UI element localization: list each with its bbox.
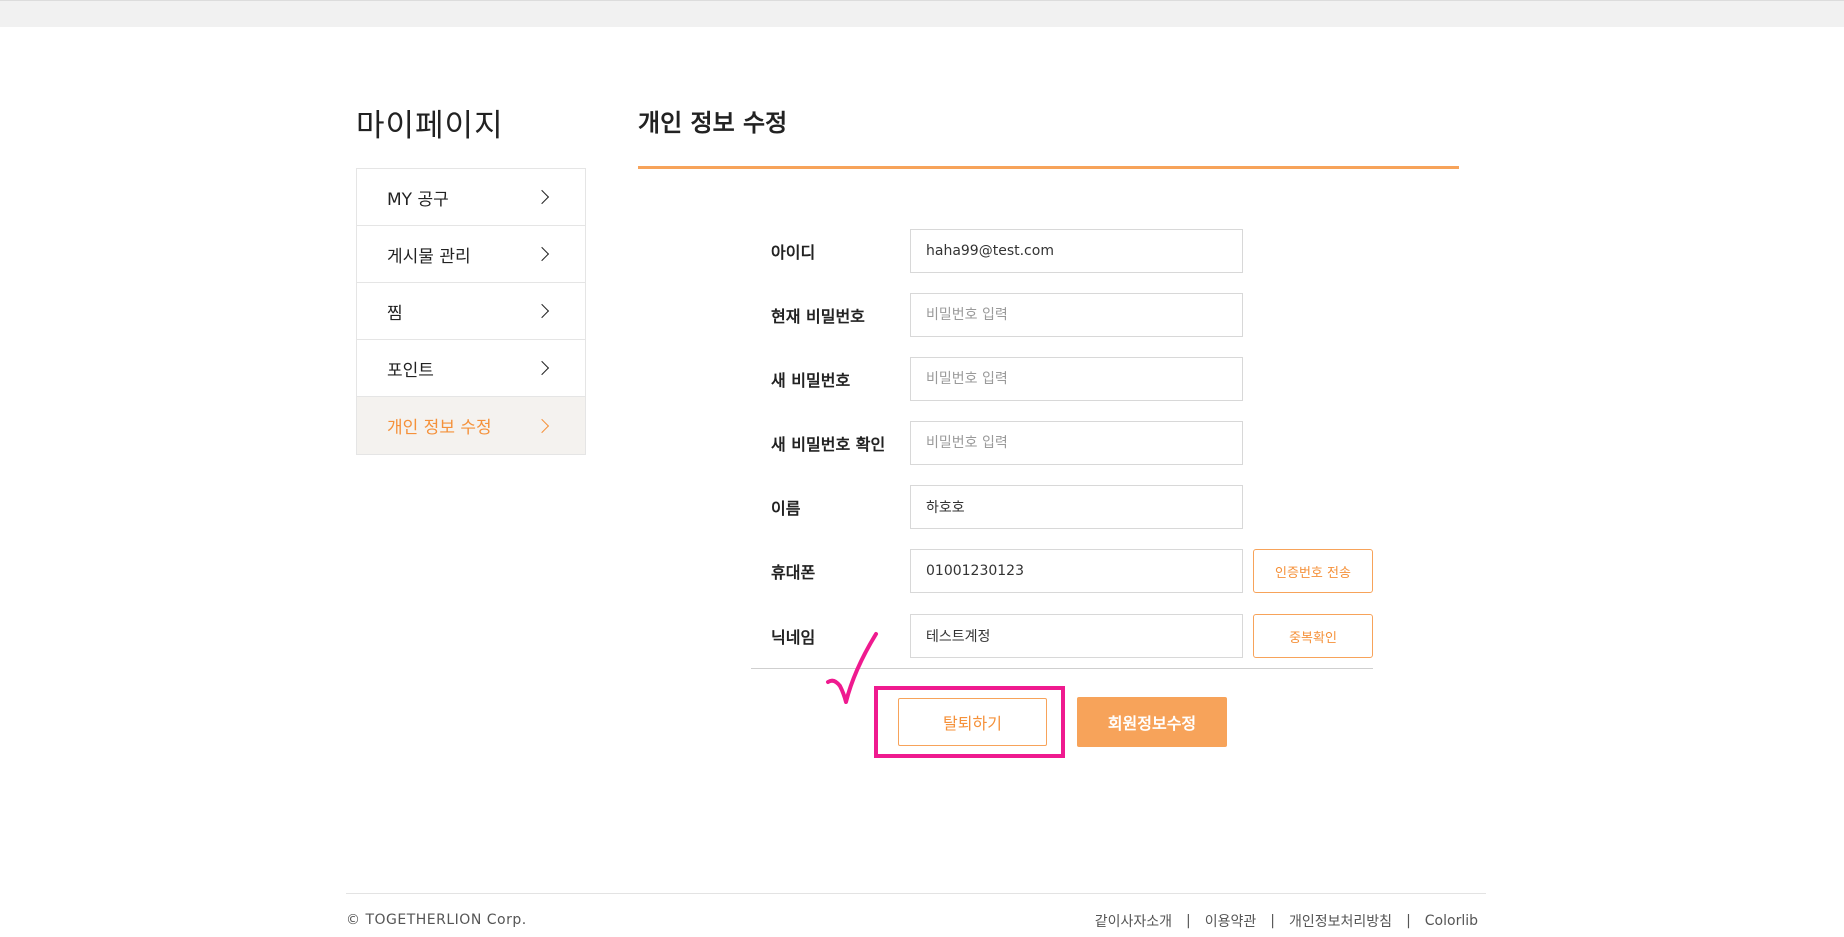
footer-divider <box>346 893 1486 894</box>
new-password-field[interactable] <box>910 357 1243 401</box>
send-verification-button[interactable]: 인증번호 전송 <box>1253 549 1373 593</box>
nickname-label: 닉네임 <box>771 628 816 647</box>
sidebar-item-label: MY 공구 <box>387 189 449 210</box>
chevron-right-icon <box>534 360 550 376</box>
section-title: 개인 정보 수정 <box>638 109 788 137</box>
footer-copyright: © TOGETHERLION Corp. <box>346 912 527 928</box>
id-field[interactable] <box>910 229 1243 273</box>
form-divider <box>751 668 1373 669</box>
sidebar-item-wishlist[interactable]: 찜 <box>357 283 585 340</box>
current-password-label: 현재 비밀번호 <box>771 307 865 326</box>
update-profile-button[interactable]: 회원정보수정 <box>1077 697 1227 747</box>
form-row-confirm-password: 새 비밀번호 확인 <box>771 421 1243 465</box>
footer-separator: | <box>1270 913 1276 929</box>
new-password-label: 새 비밀번호 <box>771 371 851 390</box>
sidebar-item-posts[interactable]: 게시물 관리 <box>357 226 585 283</box>
footer-separator: | <box>1186 913 1191 929</box>
footer-link-colorlib[interactable]: Colorlib <box>1425 913 1478 929</box>
withdraw-button[interactable]: 탈퇴하기 <box>898 698 1047 746</box>
sidebar-item-label: 개인 정보 수정 <box>387 418 492 438</box>
section-divider <box>638 166 1459 169</box>
form-row-current-password: 현재 비밀번호 <box>771 293 1243 337</box>
footer-separator: | <box>1406 913 1411 929</box>
name-label: 이름 <box>771 499 801 518</box>
footer-link-about[interactable]: 같이사자소개 <box>1095 911 1172 931</box>
sidebar-item-label: 포인트 <box>387 360 434 381</box>
footer-link-terms[interactable]: 이용약관 <box>1205 911 1257 931</box>
chevron-right-icon <box>534 303 550 319</box>
sidebar-item-points[interactable]: 포인트 <box>357 340 585 397</box>
form-row-new-password: 새 비밀번호 <box>771 357 1243 401</box>
form-row-phone: 휴대폰 인증번호 전송 <box>771 549 1373 593</box>
chevron-right-icon <box>534 418 550 433</box>
sidebar-item-edit-profile[interactable]: 개인 정보 수정 <box>357 397 585 454</box>
current-password-field[interactable] <box>910 293 1243 337</box>
phone-label: 휴대폰 <box>771 563 816 582</box>
browser-top-bar <box>0 0 1844 27</box>
check-duplicate-button[interactable]: 중복확인 <box>1253 614 1373 658</box>
sidebar-item-my-group-buy[interactable]: MY 공구 <box>357 169 585 226</box>
confirm-password-field[interactable] <box>910 421 1243 465</box>
sidebar-item-label: 찜 <box>387 303 403 324</box>
nickname-field[interactable] <box>910 614 1243 658</box>
footer-link-privacy[interactable]: 개인정보처리방침 <box>1289 911 1392 931</box>
id-label: 아이디 <box>771 243 816 262</box>
form-row-id: 아이디 <box>771 229 1243 273</box>
form-row-nickname: 닉네임 중복확인 <box>771 614 1373 658</box>
phone-field[interactable] <box>910 549 1243 593</box>
form-row-name: 이름 <box>771 485 1243 529</box>
page-title: 마이페이지 <box>356 108 504 144</box>
confirm-password-label: 새 비밀번호 확인 <box>771 435 886 454</box>
chevron-right-icon <box>534 189 550 205</box>
sidebar-item-label: 게시물 관리 <box>387 246 471 267</box>
name-field[interactable] <box>910 485 1243 529</box>
footer-links: 같이사자소개 | 이용약관 | 개인정보처리방침 | Colorlib <box>1095 911 1478 931</box>
chevron-right-icon <box>534 246 550 262</box>
sidebar-menu: MY 공구 게시물 관리 찜 포인트 개인 정보 수정 <box>356 168 586 455</box>
